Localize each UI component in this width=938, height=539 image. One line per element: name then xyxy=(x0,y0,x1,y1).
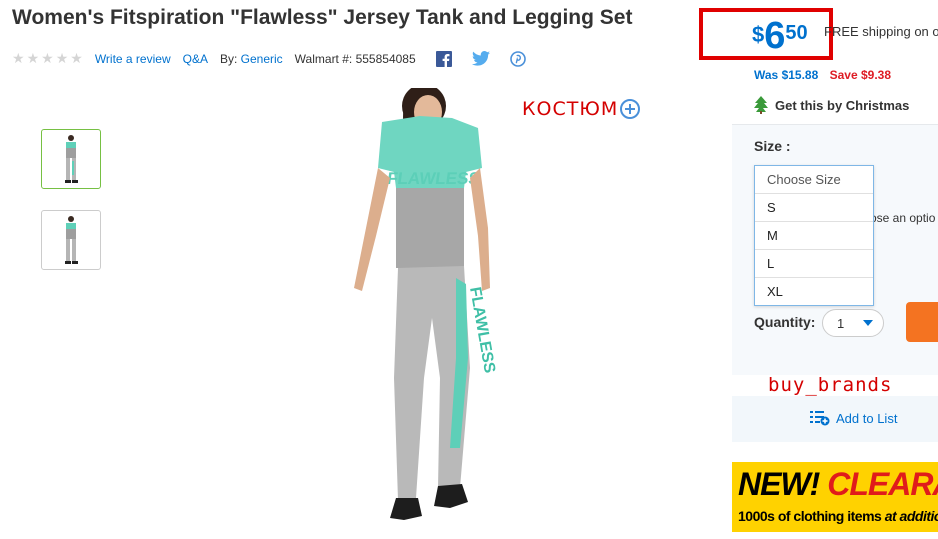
add-to-cart-button[interactable] xyxy=(906,302,938,342)
qa-link[interactable]: Q&A xyxy=(183,52,208,66)
star-icon: ★ xyxy=(26,50,40,66)
price-currency: $ xyxy=(752,22,765,47)
tree-icon xyxy=(754,96,768,114)
banner-clearance: CLEARAN xyxy=(827,466,938,502)
price-cents: 50 xyxy=(785,22,808,44)
banner-sub-b: at additio xyxy=(884,508,938,524)
size-option-placeholder[interactable]: Choose Size xyxy=(755,166,873,194)
choose-option-hint: ose an optio xyxy=(870,211,936,225)
rating-stars[interactable]: ★ ★ ★ ★ ★ xyxy=(12,50,83,67)
quantity-label: Quantity: xyxy=(754,314,816,330)
size-option-l[interactable]: L xyxy=(755,250,873,278)
banner-headline: NEW! CLEARAN xyxy=(738,466,938,503)
star-icon: ★ xyxy=(12,50,25,66)
twitter-icon[interactable] xyxy=(471,51,490,66)
product-title: Women's Fitspiration "Flawless" Jersey T… xyxy=(12,6,633,29)
was-price: Was $15.88 xyxy=(754,68,819,82)
walmart-number-value: 555854085 xyxy=(355,51,416,66)
russian-overlay-label: КОСТЮМ xyxy=(522,98,619,120)
clearance-banner[interactable]: NEW! CLEARAN 1000s of clothing items at … xyxy=(732,462,938,532)
banner-subtext: 1000s of clothing items at additio xyxy=(738,508,938,524)
product-main-image[interactable]: FLAWLESS FLAWLESS xyxy=(320,88,520,539)
star-icon: ★ xyxy=(41,50,54,66)
add-to-list-label: Add to List xyxy=(836,410,898,426)
size-label-colon: : xyxy=(785,138,791,154)
quantity-value: 1 xyxy=(837,315,845,331)
product-thumbnail-image xyxy=(65,135,78,183)
by-label: By: xyxy=(219,51,238,66)
free-shipping-text: FREE shipping on o xyxy=(824,24,938,39)
brand-link[interactable]: Generic xyxy=(241,52,283,66)
save-amount: Save $9.38 xyxy=(829,68,891,82)
plus-circle-icon[interactable] xyxy=(619,98,641,120)
social-share xyxy=(435,50,526,67)
list-add-icon xyxy=(810,411,830,426)
size-dropdown[interactable]: Choose Size S M L XL xyxy=(754,165,874,306)
pinterest-icon[interactable] xyxy=(509,50,526,67)
quantity-select[interactable]: 1 xyxy=(822,309,884,337)
price-dollars: 6 xyxy=(764,15,786,57)
add-to-list-button[interactable]: Add to List xyxy=(810,410,897,426)
size-option-m[interactable]: M xyxy=(755,222,873,250)
by-brand: By: Generic xyxy=(220,52,283,66)
price-compare-row: Was $15.88 Save $9.38 xyxy=(754,68,891,82)
thumbnail-front[interactable] xyxy=(41,129,101,189)
size-option-xl[interactable]: XL xyxy=(755,278,873,305)
chevron-down-icon xyxy=(863,320,873,326)
price: $ 6 50 xyxy=(752,14,808,58)
banner-new: NEW! xyxy=(738,466,820,502)
size-label: Size : xyxy=(754,138,791,154)
christmas-delivery: Get this by Christmas xyxy=(753,96,909,114)
size-label-text: Size xyxy=(754,138,783,154)
star-icon: ★ xyxy=(55,50,69,66)
facebook-icon[interactable] xyxy=(435,50,452,67)
christmas-text: Get this by Christmas xyxy=(775,97,910,113)
size-option-s[interactable]: S xyxy=(755,194,873,222)
brand-watermark: buy_brands xyxy=(768,374,893,396)
thumbnail-side[interactable] xyxy=(41,210,101,270)
star-icon: ★ xyxy=(70,50,83,66)
product-meta-row: ★ ★ ★ ★ ★ Write a review Q&A By: Generic… xyxy=(12,50,538,67)
walmart-number: Walmart #: 555854085 xyxy=(295,52,416,66)
product-thumbnail-image xyxy=(65,216,78,264)
write-review-link[interactable]: Write a review xyxy=(95,52,171,66)
banner-sub-a: 1000s of clothing items xyxy=(738,508,882,524)
walmart-number-label: Walmart #: xyxy=(294,51,353,66)
svg-text:FLAWLESS: FLAWLESS xyxy=(386,169,481,188)
svg-text:FLAWLESS: FLAWLESS xyxy=(466,286,498,375)
